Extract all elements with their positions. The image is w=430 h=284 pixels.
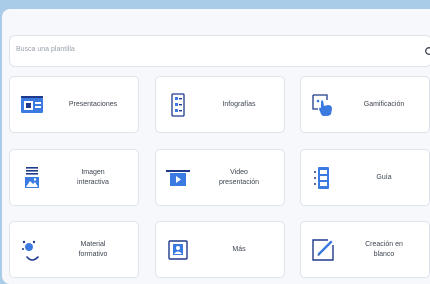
blank-creation-icon (312, 239, 334, 261)
template-card-gamification[interactable]: Gamificación (300, 76, 430, 133)
template-panel: Busca una plantilla Presentaciones Infog (2, 9, 430, 284)
video-presentation-icon (166, 170, 190, 186)
template-card-video-presentation[interactable]: Video presentación (155, 149, 285, 206)
card-label-gamification: Gamificación (363, 100, 405, 108)
template-card-training-material[interactable]: Material formativo (9, 221, 139, 278)
presentation-icon (21, 96, 43, 113)
card-label-more: Más (232, 245, 246, 253)
card-label-training-material: Material formativo (78, 240, 108, 258)
search-bar[interactable]: Busca una plantilla (9, 35, 430, 67)
template-card-infographics[interactable]: Infografías (155, 76, 285, 133)
template-card-interactive-image[interactable]: Imagen interactiva (9, 149, 139, 206)
infographic-icon (171, 93, 185, 117)
template-card-presentations[interactable]: Presentaciones (9, 76, 139, 133)
search-input[interactable]: Busca una plantilla (16, 46, 75, 53)
guide-icon (314, 167, 329, 189)
card-label-blank-creation: Creación en blanco (365, 240, 403, 258)
card-label-video-presentation: Video presentación (218, 168, 260, 186)
search-icon[interactable] (424, 46, 430, 58)
template-card-more[interactable]: Más (155, 221, 285, 278)
card-label-infographics: Infografías (222, 100, 256, 108)
card-label-guide: Guía (376, 173, 392, 181)
training-material-icon (22, 240, 39, 261)
template-card-guide[interactable]: Guía (300, 149, 430, 206)
card-label-presentations: Presentaciones (68, 100, 118, 108)
gamification-icon (312, 94, 332, 116)
interactive-image-icon (25, 167, 39, 188)
template-card-blank-creation[interactable]: Creación en blanco (300, 221, 430, 278)
card-label-interactive-image: Imagen interactiva (77, 168, 109, 186)
more-icon (168, 240, 188, 260)
